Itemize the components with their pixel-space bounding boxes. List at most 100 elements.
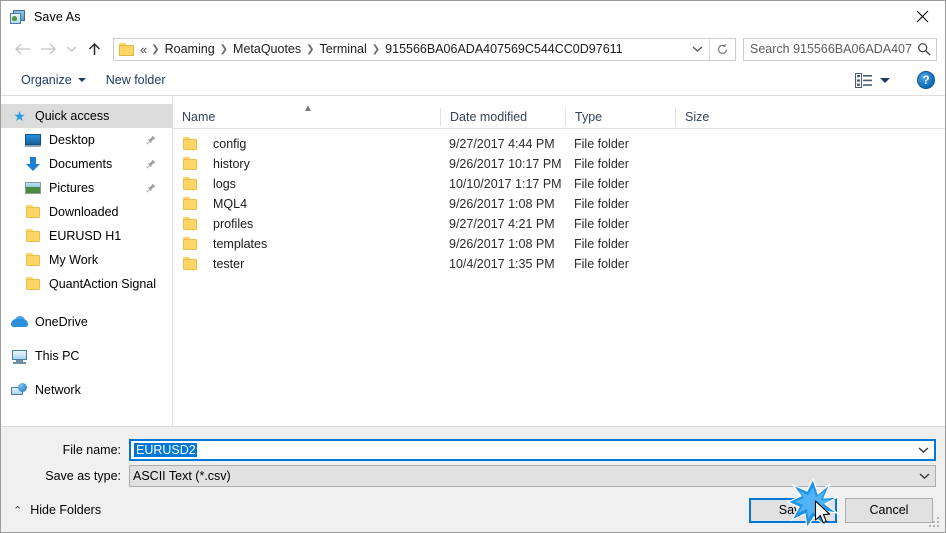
organize-button[interactable]: Organize — [15, 70, 92, 90]
sidebar-item-documents[interactable]: Documents — [1, 152, 172, 176]
back-arrow-glyph — [14, 43, 30, 55]
file-name-input[interactable]: EURUSD2 — [129, 439, 936, 461]
folder-icon — [25, 204, 42, 220]
file-name-cell: profiles — [173, 216, 440, 232]
save-button[interactable]: Save — [749, 497, 837, 523]
folder-icon — [119, 42, 135, 56]
file-name-cell: logs — [173, 176, 440, 192]
breadcrumb-separator: ❯ — [219, 43, 229, 55]
refresh-icon[interactable] — [709, 38, 735, 60]
folder-icon — [25, 252, 42, 268]
chevron-down-icon — [77, 78, 86, 82]
new-folder-button[interactable]: New folder — [100, 70, 172, 90]
date-modified-cell: 10/4/2017 1:35 PM — [449, 257, 555, 271]
close-icon[interactable] — [899, 1, 945, 32]
search-input[interactable]: Search 915566BA06ADA40756... — [743, 37, 937, 61]
table-row[interactable]: templates 9/26/2017 1:08 PM File folder — [173, 234, 945, 254]
date-modified-cell: 9/26/2017 1:08 PM — [449, 197, 555, 211]
breadcrumb-item-roaming[interactable]: Roaming — [162, 40, 218, 58]
breadcrumb-item-terminal-id[interactable]: 915566BA06ADA407569C544CC0D97611 — [382, 40, 625, 58]
column-label: Size — [685, 109, 710, 124]
save-as-type-select[interactable]: ASCII Text (*.csv) — [129, 465, 936, 487]
documents-icon — [25, 156, 42, 172]
organize-label: Organize — [21, 73, 72, 87]
cancel-label: Cancel — [869, 503, 909, 517]
save-as-type-row: Save as type: ASCII Text (*.csv) — [1, 465, 945, 487]
sidebar-item-quantaction-signal[interactable]: QuantAction Signal — [1, 272, 172, 296]
sidebar-item-this-pc[interactable]: This PC — [1, 344, 172, 368]
file-name-cell: config — [173, 136, 440, 152]
chevron-down-icon[interactable] — [913, 472, 935, 480]
folder-icon — [182, 236, 199, 252]
table-row[interactable]: profiles 9/27/2017 4:21 PM File folder — [173, 214, 945, 234]
sidebar-item-downloaded[interactable]: Downloaded — [1, 200, 172, 224]
dialog-footer: ⌃ Hide Folders Save Cancel — [1, 488, 945, 532]
column-header-name[interactable]: Name ▲ — [173, 103, 440, 126]
sidebar-item-label: Documents — [49, 157, 113, 171]
date-modified-cell: 9/26/2017 1:08 PM — [449, 237, 555, 251]
file-name-label: File name: — [62, 443, 121, 457]
sort-ascending-icon: ▲ — [303, 102, 313, 114]
chevron-down-glyph — [918, 447, 928, 454]
help-button[interactable]: ? — [917, 71, 935, 89]
breadcrumb-item-terminal[interactable]: Terminal — [317, 40, 370, 58]
help-label: ? — [922, 73, 930, 87]
up-arrow-icon[interactable] — [81, 36, 107, 62]
back-arrow-icon[interactable] — [9, 36, 35, 62]
sidebar-item-my-work[interactable]: My Work — [1, 248, 172, 272]
folder-icon — [182, 156, 199, 172]
chevron-down-icon[interactable] — [912, 446, 934, 454]
pin-icon[interactable] — [146, 159, 156, 169]
sidebar-item-label: Network — [35, 383, 81, 397]
sidebar-item-quick-access[interactable]: ★ Quick access — [1, 104, 172, 128]
table-row[interactable]: MQL4 9/26/2017 1:08 PM File folder — [173, 194, 945, 214]
column-header-date-modified[interactable]: Date modified — [440, 107, 565, 126]
folder-icon — [182, 256, 199, 272]
type-cell: File folder — [574, 197, 629, 211]
address-dropdown-chevron-icon[interactable] — [685, 39, 709, 60]
sidebar-item-network[interactable]: Network — [1, 378, 172, 402]
pictures-icon — [25, 180, 42, 196]
column-header-type[interactable]: Type — [565, 107, 675, 126]
change-view-button[interactable] — [850, 70, 895, 91]
recent-locations-chevron-icon[interactable] — [61, 36, 81, 62]
sidebar-item-eurusd-h1[interactable]: EURUSD H1 — [1, 224, 172, 248]
pin-icon[interactable] — [146, 183, 156, 193]
folder-icon — [182, 136, 199, 152]
column-header-size[interactable]: Size — [675, 107, 755, 126]
address-bar[interactable]: « ❯ Roaming ❯ MetaQuotes ❯ Terminal ❯ 91… — [113, 37, 736, 61]
table-row[interactable]: logs 10/10/2017 1:17 PM File folder — [173, 174, 945, 194]
sidebar-item-pictures[interactable]: Pictures — [1, 176, 172, 200]
table-row[interactable]: config 9/27/2017 4:44 PM File folder — [173, 134, 945, 154]
save-label: Save — [778, 503, 808, 517]
sidebar-item-label: This PC — [35, 349, 80, 363]
breadcrumb-item-metaquotes[interactable]: MetaQuotes — [230, 40, 304, 58]
navigation-pane: ★ Quick access Desktop Documents Picture… — [1, 96, 173, 426]
column-label: Type — [575, 109, 603, 124]
search-icon[interactable] — [912, 42, 936, 56]
desktop-icon — [25, 132, 42, 148]
breadcrumb-separator: ❯ — [151, 43, 160, 55]
table-row[interactable]: tester 10/4/2017 1:35 PM File folder — [173, 254, 945, 274]
save-as-dialog: Save As « ❯ Roaming ❯ MetaQuotes ❯ Termi… — [0, 0, 946, 533]
table-row[interactable]: history 9/26/2017 10:17 PM File folder — [173, 154, 945, 174]
sidebar-item-onedrive[interactable]: OneDrive — [1, 310, 172, 334]
cancel-button[interactable]: Cancel — [845, 497, 933, 523]
file-name: history — [213, 157, 250, 171]
forward-arrow-icon[interactable] — [35, 36, 61, 62]
resize-grip[interactable] — [929, 517, 940, 528]
file-name-row: File name: EURUSD2 — [1, 439, 945, 461]
sidebar-item-desktop[interactable]: Desktop — [1, 128, 172, 152]
column-label: Date modified — [450, 109, 528, 124]
hide-folders-button[interactable]: ⌃ Hide Folders — [13, 503, 101, 517]
file-name-value-wrap: EURUSD2 — [131, 443, 912, 457]
date-modified-cell: 9/27/2017 4:44 PM — [449, 137, 555, 151]
date-modified-cell: 10/10/2017 1:17 PM — [449, 177, 562, 191]
pin-icon[interactable] — [146, 135, 156, 145]
type-cell: File folder — [574, 257, 629, 271]
file-name-cell: MQL4 — [173, 196, 440, 212]
navigation-bar: « ❯ Roaming ❯ MetaQuotes ❯ Terminal ❯ 91… — [1, 33, 945, 65]
date-modified-cell: 9/26/2017 10:17 PM — [449, 157, 562, 171]
breadcrumb-overflow[interactable]: « — [140, 40, 149, 59]
